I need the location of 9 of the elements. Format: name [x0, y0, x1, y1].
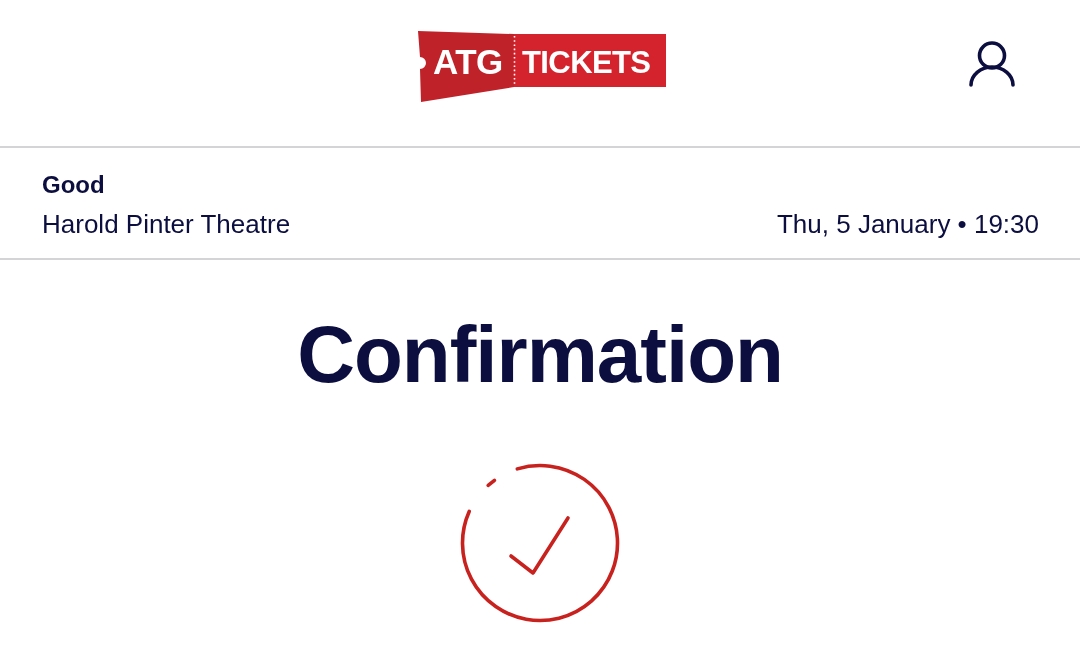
check-circle-icon [458, 461, 622, 625]
event-title: Good [42, 170, 105, 200]
logo-text: ATG [433, 44, 503, 79]
user-icon [968, 40, 1016, 88]
page-heading: Confirmation [297, 315, 783, 395]
event-date-time: Thu, 5 January • 19:30 [776, 208, 1039, 240]
venue-name: Harold Pinter Theatre [42, 208, 291, 240]
account-button[interactable] [968, 40, 1016, 88]
logo-text: TICKETS [522, 47, 651, 78]
